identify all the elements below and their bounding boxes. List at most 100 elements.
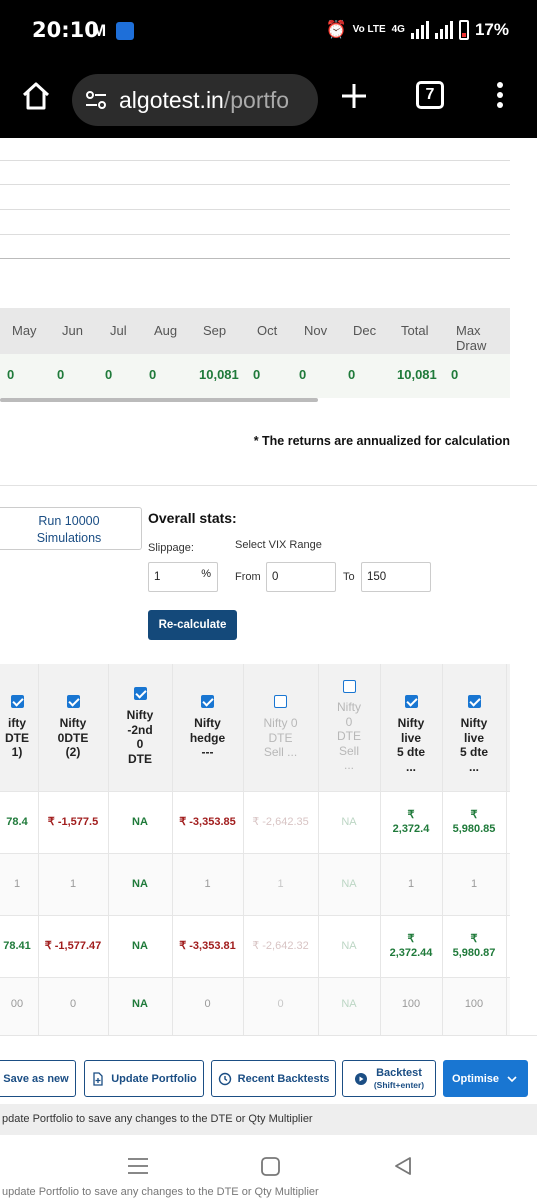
month-header: Nov [304,323,328,338]
strategy-checkbox[interactable] [201,695,214,708]
strategy-name[interactable]: Nifty -2nd 0 DTE [108,708,172,766]
site-settings-icon[interactable] [84,88,108,112]
table-cell: 00 [10,998,24,1010]
status-bar: 20:10 M ⏰ Vo LTE 4G 17% [0,0,537,62]
month-header: Sep [203,323,227,338]
overall-stats-heading: Overall stats: [148,510,237,526]
month-header: Aug [154,323,178,338]
strategy-name-line: Nifty [59,716,87,730]
strategy-name[interactable]: ifty DTE 1) [0,716,38,760]
save-as-new-button[interactable]: Save as new [0,1060,76,1097]
status-indicators: ⏰ Vo LTE 4G 17% [325,20,509,40]
table-cell: NA [132,998,148,1010]
table-cell: ₹ -2,642.35 [252,816,309,828]
strategy-name[interactable]: Nifty live 5 dte... [442,716,506,774]
monthly-header-row: May Jun Jul Aug Sep Oct Nov Dec Total Ma… [0,308,510,354]
table-cell: 1 [407,878,415,890]
new-tab-icon[interactable] [340,82,368,110]
strategy-name[interactable]: Nifty 0 DTE Sell ... [243,716,318,760]
vix-to-input[interactable]: 150 [361,562,431,592]
home-icon[interactable] [20,80,52,112]
strategy-checkbox[interactable] [404,695,418,708]
slippage-label: Slippage: [148,542,194,554]
month-header: Oct [257,323,278,338]
vix-from-input[interactable]: 0 [266,562,336,592]
battery-icon [458,20,469,40]
run-simulations-button[interactable]: Run 10000 Simulations [0,507,142,550]
table-cell: ₹ -2,642.32 [252,940,309,952]
recent-apps-icon[interactable] [128,1157,148,1175]
strategy-name-line: hedge [189,730,226,745]
slippage-input[interactable]: 1 % [148,562,218,592]
update-portfolio-button[interactable]: Update Portfolio [84,1060,204,1097]
table-cell: 1 [277,878,284,890]
to-label: To [343,571,355,583]
annualized-note: * The returns are annualized for calcula… [253,434,510,448]
strategy-name-line: 1) [11,745,23,759]
table-cell: 100 [401,998,421,1010]
vix-to-value: 150 [367,571,387,583]
chart-gridline [0,184,510,185]
strategy-name[interactable]: Nifty live 5 dte... [380,716,442,774]
strategy-checkbox[interactable] [274,695,287,708]
tab-switcher-button[interactable]: 7 [416,81,444,109]
table-cell: 1 [204,878,211,890]
from-label: From [235,571,261,583]
horizontal-scrollbar[interactable] [0,398,318,402]
file-plus-icon [93,1071,103,1086]
table-cell: 100 [464,998,484,1010]
back-nav-icon[interactable] [394,1156,412,1176]
table-cell: 78.4 [6,816,28,828]
strategy-checkbox[interactable] [467,695,481,708]
update-portfolio-label: Update Portfolio [111,1072,197,1085]
recalculate-button[interactable]: Re-calculate [148,610,237,640]
battery-level: 17% [474,20,509,39]
monthly-returns-table: May Jun Jul Aug Sep Oct Nov Dec Total Ma… [0,308,510,398]
strategy-name[interactable]: Nifty 0 DTE Sell... [318,700,380,773]
browser-menu-icon[interactable] [496,82,504,112]
address-bar[interactable]: algotest.in/portfo [72,74,318,126]
table-cell: ₹ -1,577.5 [47,816,99,828]
strategy-name-line: DTE [128,751,152,766]
strategy-name-line: --- [201,745,214,759]
recent-backtests-button[interactable]: Recent Backtests [211,1060,336,1097]
month-value: 0 [253,367,261,382]
table-cell: ₹ 5,980.87 [452,933,496,959]
percent-suffix: % [201,568,211,580]
table-cell: 0 [277,998,284,1010]
strategy-name-line: Sell [338,743,359,758]
month-value: 10,081 [199,367,239,382]
url-host: algotest.in [119,87,224,113]
strategy-checkbox[interactable] [10,695,24,708]
strategy-name[interactable]: Nifty hedge --- [172,716,243,760]
table-cell: NA [132,878,148,890]
run-simulations-line1: Run 10000 [38,514,100,528]
row-divider [0,791,510,792]
strategy-checkbox[interactable] [342,680,356,693]
optimise-button[interactable]: Optimise [443,1060,528,1097]
strategy-name-line: 5 dte [396,745,425,759]
strategy-name[interactable]: Nifty 0DTE (2) [38,716,108,760]
table-cell: NA [341,878,357,890]
action-toolbar: Save as new Update Portfolio Recent Back… [0,1035,537,1104]
home-nav-icon[interactable] [261,1157,280,1176]
strategy-name-line: DTE [337,729,361,743]
url-path: /portfo [223,87,290,113]
strategy-name-line: 0DTE [57,730,89,745]
row-divider [0,977,510,978]
table-cell: ₹ 5,980.85 [452,809,496,835]
month-header: Total [401,323,429,338]
backtest-button[interactable]: Backtest (Shift+enter) [342,1060,436,1097]
month-value: 0 [451,367,459,382]
vix-range-label: Select VIX Range [235,539,322,551]
strategy-name-line: Nifty 0 [263,716,298,730]
status-time: 20:10 [32,18,99,42]
table-cell: ₹ -1,577.47 [44,940,102,952]
table-cell: 0 [69,998,77,1010]
strategy-name-line: 0 [345,714,353,729]
table-cell: ₹ 2,372.4 [392,809,430,835]
strategy-checkbox[interactable] [133,687,147,700]
strategy-name-line: DTE [5,730,29,745]
strategy-checkbox[interactable] [66,695,80,708]
backtest-label-group: Backtest (Shift+enter) [374,1067,424,1091]
